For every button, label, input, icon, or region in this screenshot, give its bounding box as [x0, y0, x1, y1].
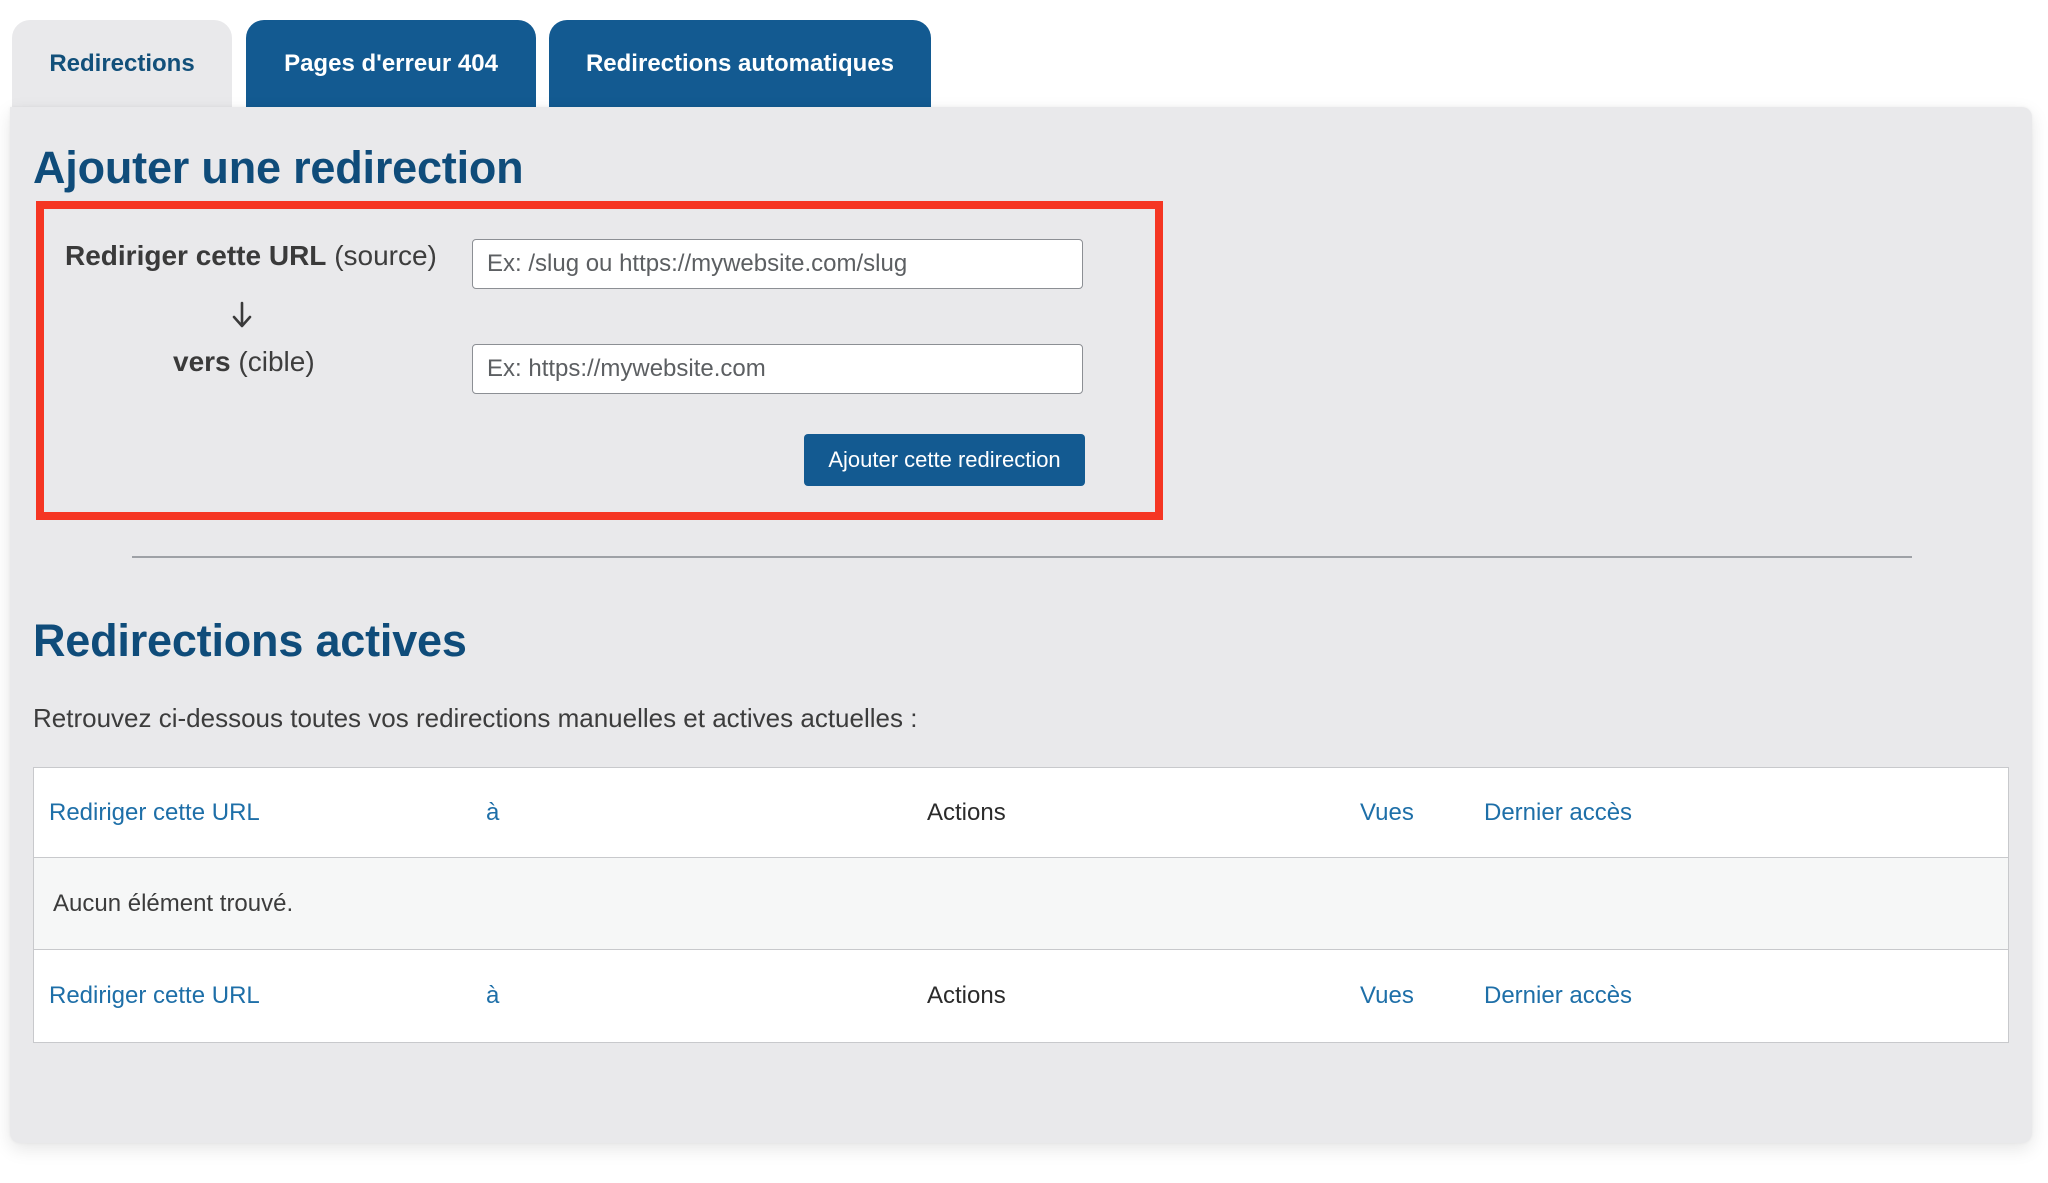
table-empty-row: Aucun élément trouvé. [34, 858, 2008, 950]
column-footer-actions: Actions [927, 982, 1006, 1009]
source-url-input[interactable] [472, 239, 1083, 289]
column-footer-views[interactable]: Vues [1360, 950, 1414, 1042]
column-footer-last-access[interactable]: Dernier accès [1484, 950, 1632, 1042]
arrow-down-icon [232, 301, 252, 328]
active-redirections-description: Retrouvez ci-dessous toutes vos redirect… [33, 703, 918, 733]
source-label-bold: Rediriger cette URL [65, 240, 327, 271]
table-header-row: Rediriger cette URL à Actions Vues Derni… [34, 768, 2008, 858]
tab-404-error-pages[interactable]: Pages d'erreur 404 [246, 20, 536, 108]
active-redirections-title: Redirections actives [33, 615, 467, 666]
column-header-views[interactable]: Vues [1360, 768, 1414, 857]
target-label-suffix: (cible) [238, 346, 315, 377]
redirections-admin-page: Redirections Pages d'erreur 404 Redirect… [0, 0, 2048, 1183]
table-footer-row: Rediriger cette URL à Actions Vues Derni… [34, 950, 2008, 1042]
empty-message: Aucun élément trouvé. [53, 889, 294, 917]
section-divider [132, 556, 1912, 558]
column-header-target[interactable]: à [486, 768, 499, 857]
add-redirection-title: Ajouter une redirection [33, 142, 524, 193]
tab-redirections[interactable]: Redirections [12, 20, 232, 108]
source-url-label: Rediriger cette URL (source) [65, 240, 437, 272]
column-header-actions: Actions [927, 798, 1006, 826]
column-footer-source[interactable]: Rediriger cette URL [49, 950, 260, 1042]
column-header-source[interactable]: Rediriger cette URL [49, 768, 260, 857]
add-redirection-button[interactable]: Ajouter cette redirection [804, 434, 1085, 486]
tab-automatic-redirections[interactable]: Redirections automatiques [549, 20, 931, 108]
source-label-suffix: (source) [334, 240, 437, 271]
redirections-table: Rediriger cette URL à Actions Vues Derni… [33, 767, 2009, 1043]
column-header-last-access[interactable]: Dernier accès [1484, 768, 1632, 857]
target-url-input[interactable] [472, 344, 1083, 394]
column-footer-target[interactable]: à [486, 950, 499, 1042]
target-url-label: vers (cible) [173, 346, 315, 378]
target-label-bold: vers [173, 346, 231, 377]
